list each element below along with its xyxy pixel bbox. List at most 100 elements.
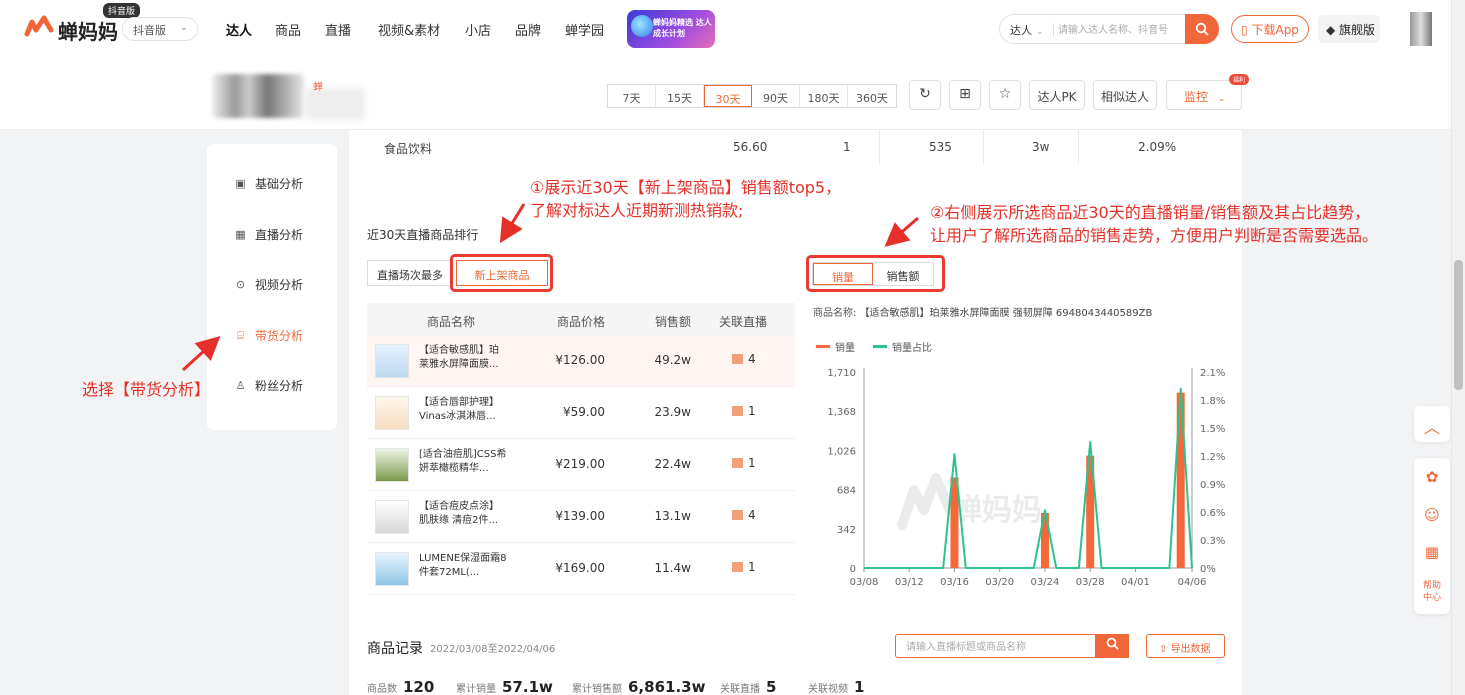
product-price: ¥169.00 [555, 561, 605, 575]
y-right-tick-label: 0% [1200, 564, 1216, 575]
avatar[interactable] [1410, 12, 1432, 46]
gift-icon [732, 562, 743, 572]
logo-text[interactable]: 蝉妈妈 [58, 16, 118, 45]
stat-label: 累计销售额 [572, 684, 622, 695]
period-7d[interactable]: 7天 [608, 85, 656, 107]
records-search-button[interactable] [1095, 634, 1129, 658]
qrcode-button[interactable]: ⊞ [949, 80, 981, 110]
divider [1078, 130, 1079, 164]
period-30d[interactable]: 30天 [704, 85, 752, 107]
related-live[interactable]: 1 [732, 456, 756, 470]
sidebar-item-live[interactable]: ▦ 直播分析 [234, 226, 303, 243]
annotation-3: 选择【带货分析】 [82, 380, 211, 399]
promo-banner[interactable]: 蝉妈妈精选 达人成长计划 [627, 10, 715, 48]
product-price: ¥126.00 [555, 353, 605, 367]
gift-icon [732, 354, 743, 364]
sidebar-item-video[interactable]: ⊙ 视频分析 [234, 276, 303, 293]
daren-pk-button[interactable]: 达人PK [1029, 80, 1085, 110]
period-90d[interactable]: 90天 [752, 85, 800, 107]
scrollbar-thumb[interactable] [1454, 260, 1463, 390]
export-button[interactable]: ⇪ 导出数据 [1146, 634, 1225, 658]
mini-program-button[interactable]: ✿ [1414, 468, 1450, 486]
table-row[interactable]: 【适合敏感肌】珀莱雅水屏障面膜... ¥126.00 49.2w 4 [367, 335, 795, 387]
related-live[interactable]: 4 [732, 352, 756, 366]
tab-new-products[interactable]: 新上架商品 [456, 260, 548, 286]
x-tick-label: 03/08 [850, 577, 879, 588]
product-label: 商品名称: [813, 308, 857, 319]
table-row[interactable]: 【适合唇部护理】Vinas冰淇淋唇... ¥59.00 23.9w 1 [367, 387, 795, 439]
export-label: 导出数据 [1170, 644, 1211, 655]
chart-icon: ▣ [235, 177, 246, 190]
product-thumbnail [375, 344, 409, 378]
sidebar-item-fans[interactable]: ♙ 粉丝分析 [234, 377, 303, 394]
tab-volume[interactable]: 销量 [813, 263, 873, 285]
sidebar-item-label: 直播分析 [255, 228, 304, 242]
period-15d[interactable]: 15天 [656, 85, 704, 107]
flagship-badge[interactable]: ◆ 旗舰版 [1318, 15, 1380, 43]
search-type-select[interactable]: 达人 ⌄ [1010, 22, 1044, 38]
table-row[interactable]: LUMENE保湿面霜8件套72ML(... ¥169.00 11.4w 1 [367, 543, 795, 595]
stat-label: 关联直播 [720, 684, 760, 695]
product-name[interactable]: LUMENE保湿面霜8件套72ML(... [419, 552, 507, 582]
nav-shop[interactable]: 小店 [465, 20, 491, 39]
records-search-input[interactable] [906, 639, 1096, 655]
period-180d[interactable]: 180天 [800, 85, 848, 107]
product-price: ¥219.00 [555, 457, 605, 471]
y-right-tick-label: 0.6% [1200, 508, 1225, 519]
table-row[interactable]: [适合油痘肌]CSS希妍萃橄榄精华... ¥219.00 22.4w 1 [367, 439, 795, 491]
annotation-1-line1: ①展示近30天【新上架商品】销售额top5， [530, 178, 842, 197]
play-icon: ⊙ [235, 278, 246, 291]
nav-academy[interactable]: 蝉学园 [565, 20, 604, 39]
product-sales: 23.9w [654, 405, 691, 419]
y-left-tick-label: 0 [850, 564, 856, 575]
nav-live[interactable]: 直播 [325, 20, 351, 39]
period-360d[interactable]: 360天 [848, 85, 896, 107]
grid-icon: ⊞ [959, 86, 971, 102]
similar-daren-button[interactable]: 相似达人 [1093, 80, 1157, 110]
sales-trend-chart: 蝉妈妈 0 342 684 1,026 1,368 1,710 0% 0.3% 0.6% 0.9%… [827, 368, 1225, 588]
product-name[interactable]: [适合油痘肌]CSS希妍萃橄榄精华... [419, 448, 507, 478]
scrollbar[interactable] [1451, 0, 1465, 695]
tab-revenue[interactable]: 销售额 [873, 263, 933, 285]
refresh-button[interactable]: ↻ [909, 80, 941, 110]
monitor-button[interactable]: 监控 ⌄ 福利 [1166, 74, 1249, 110]
sidebar-item-basic[interactable]: ▣ 基础分析 [234, 175, 303, 192]
qrcode-button[interactable]: ▦ [1414, 543, 1450, 561]
stat-value: 6,861.3w [628, 678, 706, 695]
help-center-button[interactable]: 帮助中心 [1414, 580, 1450, 604]
records-search [895, 634, 1129, 658]
col-price: 商品价格 [557, 315, 606, 329]
version-select[interactable]: 抖音版 ⌄ [122, 17, 198, 41]
stat-item: 累计销售额 6,861.3w [572, 678, 705, 695]
diamond-icon: ◆ [1326, 23, 1340, 37]
legend-swatch [873, 345, 887, 348]
refresh-icon: ↻ [919, 86, 931, 102]
product-name[interactable]: 【适合唇部护理】Vinas冰淇淋唇... [419, 396, 507, 426]
series-line[interactable] [864, 387, 1193, 569]
nav-daren[interactable]: 达人 [226, 20, 252, 39]
tab-most-lives[interactable]: 直播场次最多 [367, 260, 453, 286]
related-live[interactable]: 4 [732, 508, 756, 522]
customer-service-button[interactable]: ☺ [1414, 506, 1450, 524]
related-live[interactable]: 1 [732, 560, 756, 574]
product-name[interactable]: 【适合痘皮点涂】肌肤缘 清痘2件... [419, 500, 507, 530]
related-live[interactable]: 1 [732, 404, 756, 418]
nav-video-material[interactable]: 视频&素材 [378, 20, 440, 39]
monitor-badge: 福利 [1228, 74, 1249, 85]
table-row[interactable]: 【适合痘皮点涂】肌肤缘 清痘2件... ¥139.00 13.1w 4 [367, 491, 795, 543]
product-name[interactable]: 【适合敏感肌】珀莱雅水屏障面膜... [419, 344, 507, 374]
live-icon: ▦ [235, 228, 246, 241]
legend-item[interactable]: 销量占比 [873, 339, 932, 354]
nav-goods[interactable]: 商品 [275, 20, 301, 39]
legend-item[interactable]: 销量 [816, 339, 855, 354]
search-input[interactable] [1058, 21, 1183, 39]
favorite-button[interactable]: ☆ [989, 80, 1021, 110]
col-live: 关联直播 [719, 315, 768, 329]
watermark-text: 蝉妈妈 [952, 493, 1042, 528]
download-app-button[interactable]: ▯ 下载App [1231, 15, 1309, 43]
nav-brand[interactable]: 品牌 [515, 20, 541, 39]
search-button[interactable] [1185, 14, 1219, 44]
sidebar-item-sales[interactable]: ⌸ 带货分析 [234, 327, 303, 344]
product-thumbnail [375, 396, 409, 430]
back-to-top-button[interactable]: ︿ [1414, 406, 1450, 442]
